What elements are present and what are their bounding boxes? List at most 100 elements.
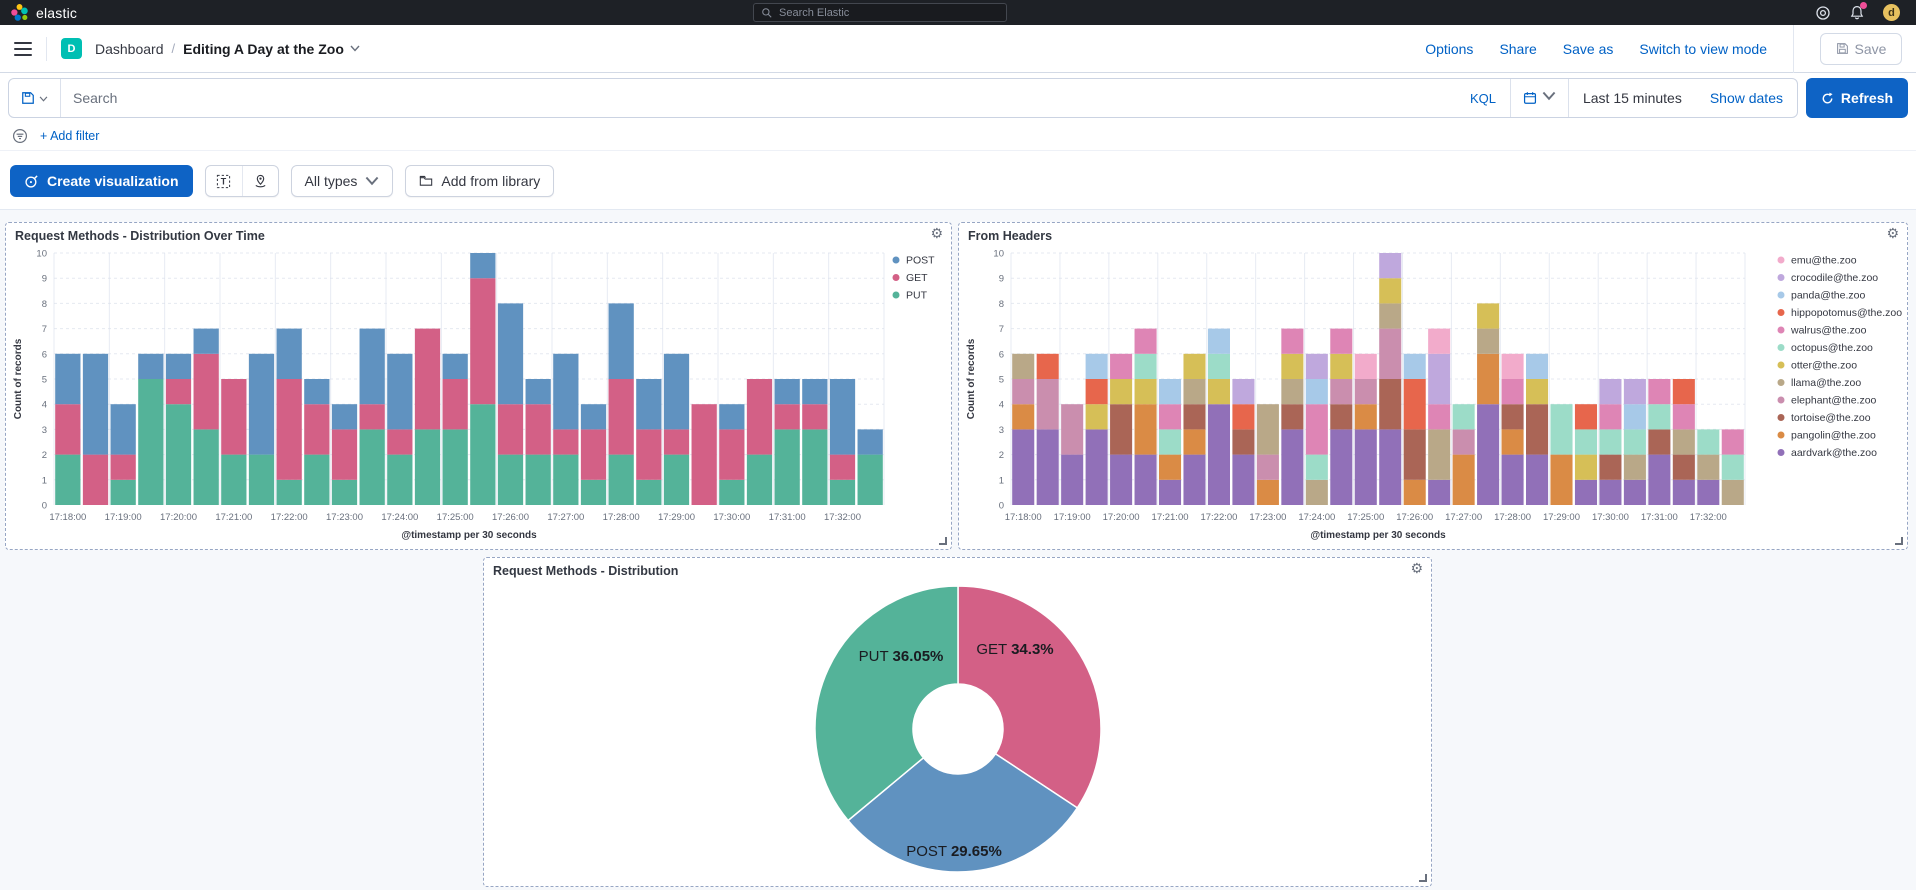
saved-query-menu-button[interactable] xyxy=(9,79,61,117)
add-filter-link[interactable]: + Add filter xyxy=(40,129,99,143)
legend-item[interactable]: hippopotomus@the.zoo xyxy=(1778,307,1903,319)
save-button[interactable]: Save xyxy=(1820,33,1902,65)
svg-text:emu@the.zoo: emu@the.zoo xyxy=(1791,255,1857,267)
svg-text:9: 9 xyxy=(999,274,1004,285)
panel-settings-gear-icon[interactable]: ⚙ xyxy=(930,226,943,243)
svg-text:17:24:00: 17:24:00 xyxy=(381,512,418,523)
bar-segment xyxy=(802,379,827,404)
svg-text:0: 0 xyxy=(999,501,1004,512)
save-label: Save xyxy=(1855,41,1887,57)
filter-row: + Add filter xyxy=(0,121,1916,151)
global-search-input[interactable]: Search Elastic xyxy=(753,3,1007,22)
panel-settings-gear-icon[interactable]: ⚙ xyxy=(1410,561,1423,578)
kibana-dashboard-page: elastic Search Elastic xyxy=(0,0,1916,890)
map-pin-layers-icon xyxy=(253,174,268,189)
bar-segment xyxy=(1575,404,1597,429)
quick-create-icon-group: T xyxy=(205,165,279,197)
create-visualization-label: Create visualization xyxy=(47,173,179,189)
elastic-brand[interactable]: elastic xyxy=(10,3,77,22)
bar-segment xyxy=(1208,404,1230,505)
svg-text:17:32:00: 17:32:00 xyxy=(1690,512,1727,523)
refresh-button[interactable]: Refresh xyxy=(1806,78,1908,118)
svg-text:17:23:00: 17:23:00 xyxy=(326,512,363,523)
filter-menu-icon[interactable] xyxy=(12,128,28,144)
legend-item[interactable]: octopus@the.zoo xyxy=(1778,342,1874,354)
panel-settings-gear-icon[interactable]: ⚙ xyxy=(1886,226,1899,243)
bar-segment xyxy=(55,455,80,505)
legend-item[interactable]: walrus@the.zoo xyxy=(1778,325,1867,337)
save-floppy-icon xyxy=(1836,42,1849,55)
refresh-icon xyxy=(1821,92,1834,105)
bar-segment xyxy=(194,429,219,505)
switch-to-view-mode-link[interactable]: Switch to view mode xyxy=(1639,41,1767,57)
donut-chart-request-methods[interactable]: GET 34.3%POST 29.65%PUT 36.05% xyxy=(484,558,1433,888)
panel-resize-handle[interactable] xyxy=(1419,874,1427,882)
share-link[interactable]: Share xyxy=(1499,41,1536,57)
bar-segment xyxy=(1673,455,1695,480)
query-language-toggle[interactable]: KQL xyxy=(1456,79,1511,117)
kql-search-input[interactable]: Search xyxy=(61,90,1456,106)
legend-item[interactable]: pangolin@the.zoo xyxy=(1778,430,1876,442)
legend-item[interactable]: crocodile@the.zoo xyxy=(1778,272,1879,284)
add-from-library-button[interactable]: Add from library xyxy=(405,165,554,197)
svg-text:PUT: PUT xyxy=(906,290,928,302)
add-map-button[interactable] xyxy=(242,166,278,196)
legend-item[interactable]: GET xyxy=(893,272,929,284)
save-as-link[interactable]: Save as xyxy=(1563,41,1614,57)
bar-segment xyxy=(1673,429,1695,454)
bar-segment xyxy=(1526,379,1548,404)
legend-item[interactable]: tortoise@the.zoo xyxy=(1778,412,1871,424)
create-visualization-button[interactable]: Create visualization xyxy=(10,165,193,197)
legend-item[interactable]: panda@the.zoo xyxy=(1778,290,1866,302)
all-types-dropdown[interactable]: All types xyxy=(291,165,394,197)
svg-text:elephant@the.zoo: elephant@the.zoo xyxy=(1791,395,1877,407)
legend-item[interactable]: otter@the.zoo xyxy=(1778,360,1858,372)
bar-segment xyxy=(1379,379,1401,429)
bar-segment xyxy=(1428,429,1450,479)
bar-segment xyxy=(581,404,606,429)
breadcrumb-separator: / xyxy=(172,41,176,56)
options-link[interactable]: Options xyxy=(1425,41,1473,57)
breadcrumb-current[interactable]: Editing A Day at the Zoo xyxy=(183,41,360,57)
notifications-bell-icon[interactable] xyxy=(1849,5,1865,21)
panel-resize-handle[interactable] xyxy=(1895,537,1903,545)
breadcrumb-dashboard[interactable]: Dashboard xyxy=(95,41,164,57)
bar-segment xyxy=(553,429,578,454)
bar-segment xyxy=(1379,303,1401,328)
bar-segment xyxy=(249,455,274,505)
bar-segment xyxy=(360,329,385,405)
add-text-annotation-button[interactable]: T xyxy=(206,166,242,196)
legend-item[interactable]: PUT xyxy=(893,290,928,302)
svg-text:17:19:00: 17:19:00 xyxy=(1054,512,1091,523)
time-range-value[interactable]: Last 15 minutes xyxy=(1569,90,1696,106)
bar-segment xyxy=(1428,329,1450,354)
edit-toolbar: Create visualization T All types xyxy=(0,151,1916,209)
date-picker-calendar-button[interactable] xyxy=(1511,79,1569,117)
legend-item[interactable]: emu@the.zoo xyxy=(1778,255,1857,267)
global-header: elastic Search Elastic xyxy=(0,0,1916,25)
bar-segment xyxy=(111,455,136,480)
legend-item[interactable]: elephant@the.zoo xyxy=(1778,395,1877,407)
bar-segment xyxy=(1624,455,1646,480)
stacked-bar-chart-request-methods[interactable]: 01234567891017:18:0017:19:0017:20:0017:2… xyxy=(6,223,953,551)
bar-segment xyxy=(1404,429,1426,479)
legend-item[interactable]: aardvark@the.zoo xyxy=(1778,447,1878,459)
bar-segment xyxy=(609,303,634,379)
show-dates-link[interactable]: Show dates xyxy=(1696,90,1797,106)
legend-item[interactable]: POST xyxy=(893,255,936,267)
bar-segment xyxy=(1697,429,1719,454)
bar-segment xyxy=(1208,329,1230,354)
user-avatar[interactable]: d xyxy=(1883,4,1900,21)
bar-segment xyxy=(636,379,661,429)
deployment-gem-icon[interactable] xyxy=(1815,5,1831,21)
unified-search-bar: Search KQL Last 15 minutes Show dates xyxy=(8,78,1798,118)
bar-segment xyxy=(775,379,800,404)
legend-item[interactable]: llama@the.zoo xyxy=(1778,377,1862,389)
stacked-bar-chart-from-headers[interactable]: 01234567891017:18:0017:19:0017:20:0017:2… xyxy=(959,223,1909,551)
bar-segment xyxy=(775,404,800,429)
menu-hamburger-icon[interactable] xyxy=(14,42,32,56)
bar-segment xyxy=(1599,429,1621,454)
space-badge[interactable]: D xyxy=(61,38,82,59)
bar-segment xyxy=(719,404,744,429)
panel-resize-handle[interactable] xyxy=(939,537,947,545)
